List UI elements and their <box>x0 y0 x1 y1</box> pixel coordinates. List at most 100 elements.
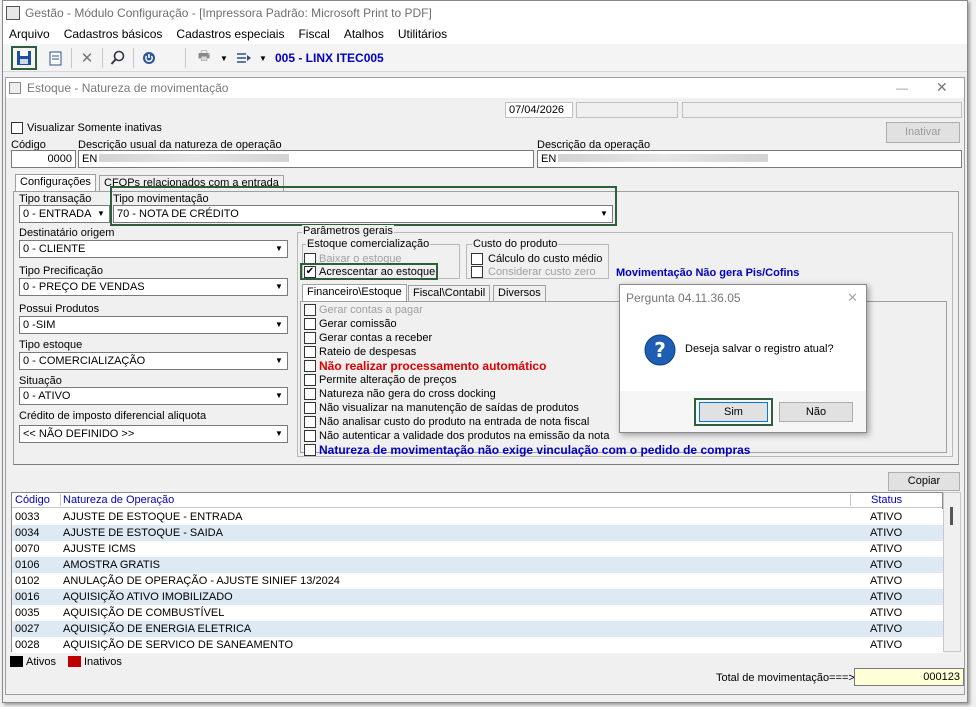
row-code: 0028 <box>15 639 40 651</box>
option-label: Não visualizar na manutenção de saídas d… <box>319 402 579 414</box>
close-icon[interactable]: ✕ <box>936 77 948 97</box>
option-checkbox[interactable] <box>304 444 316 456</box>
row-status: ATIVO <box>870 575 903 587</box>
app-icon <box>6 6 20 20</box>
table-row[interactable]: 0102 ANULAÇÃO DE OPERAÇÃO - AJUSTE SINIEF… <box>12 573 944 589</box>
dialog-title-bar: Pergunta 04.11.36.05 ✕ <box>620 285 866 311</box>
copy-button[interactable]: Copiar <box>888 472 960 491</box>
desc-op-input[interactable]: EN <box>537 150 962 168</box>
table-scrollbar[interactable] <box>943 492 961 652</box>
option-checkbox[interactable] <box>304 388 316 400</box>
option-checkbox[interactable] <box>304 430 316 442</box>
option-label: Natureza não gera do cross docking <box>319 388 496 400</box>
acrescentar-label: Acrescentar ao estoque <box>319 266 436 278</box>
row-code: 0033 <box>15 511 40 523</box>
dest-select[interactable]: 0 - CLIENTE ▼ <box>19 240 288 258</box>
row-status: ATIVO <box>870 591 903 603</box>
print-button[interactable]: 🖶 <box>193 47 215 69</box>
row-status: ATIVO <box>870 527 903 539</box>
menu-utilitarios[interactable]: Utilitários <box>398 27 447 41</box>
table-header: Código Natureza de Operação Status <box>12 493 942 508</box>
custo-title: Custo do produto <box>472 238 559 250</box>
table-row[interactable]: 0106 AMOSTRA GRATIS ATIVO <box>12 557 944 573</box>
menu-fiscal[interactable]: Fiscal <box>298 27 329 41</box>
table-row[interactable]: 0027 AQUISIÇÃO DE ENERGIA ELETRICA ATIVO <box>12 621 944 637</box>
chevron-down-icon: ▼ <box>275 356 283 365</box>
row-name: AJUSTE DE ESTOQUE - ENTRADA <box>63 511 243 523</box>
dialog-message: Deseja salvar o registro atual? <box>685 343 834 355</box>
estq-select[interactable]: 0 - COMERCIALIZAÇÃO ▼ <box>19 352 288 370</box>
no-button[interactable]: Não <box>779 402 853 422</box>
table-row[interactable]: 0070 AJUSTE ICMS ATIVO <box>12 541 944 557</box>
subtab-financeiro[interactable]: Financeiro\Estoque <box>302 284 407 302</box>
subtab-fiscal[interactable]: Fiscal\Contabil <box>408 285 491 302</box>
option-checkbox[interactable] <box>304 346 316 358</box>
legend-ativos-swatch <box>10 656 23 667</box>
menu-atalhos[interactable]: Atalhos <box>344 27 384 41</box>
delete-button[interactable]: ✕ <box>76 47 98 69</box>
prec-select[interactable]: 0 - PREÇO DE VENDAS ▼ <box>19 278 288 296</box>
prod-select[interactable]: 0 -SIM ▼ <box>19 316 288 334</box>
only-inactive-checkbox[interactable] <box>11 122 23 134</box>
estoque-com-title: Estoque comercialização <box>306 238 431 250</box>
desc-usual-input[interactable]: EN <box>78 150 534 168</box>
cons-custo-checkbox[interactable] <box>471 266 483 278</box>
sit-select[interactable]: 0 - ATIVO ▼ <box>19 387 288 405</box>
cred-select[interactable]: << NÃO DEFINIDO >> ▼ <box>19 425 288 443</box>
yes-button[interactable]: Sim <box>699 402 768 422</box>
option-checkbox[interactable] <box>304 374 316 386</box>
row-code: 0034 <box>15 527 40 539</box>
floppy-icon <box>17 51 31 65</box>
header-codigo[interactable]: Código <box>15 494 50 506</box>
option-checkbox[interactable] <box>304 360 316 372</box>
table-row[interactable]: 0034 AJUSTE DE ESTOQUE - SAIDA ATIVO <box>12 525 944 541</box>
option-label: Gerar contas a receber <box>319 332 433 344</box>
menu-cadastros-basicos[interactable]: Cadastros básicos <box>64 27 163 41</box>
total-label: Total de movimentação===> <box>716 672 855 684</box>
code-input[interactable]: 0000 <box>11 150 76 168</box>
table-row[interactable]: 0028 AQUISIÇÃO DE SERVICO DE SANEAMENTO AT… <box>12 637 944 653</box>
header-natureza[interactable]: Natureza de Operação <box>60 494 174 506</box>
power-button[interactable] <box>138 47 160 69</box>
inactivate-button[interactable]: Inativar <box>886 122 960 143</box>
child-title-bar: Estoque - Natureza de movimentação — ✕ <box>6 78 964 98</box>
row-name: AJUSTE ICMS <box>63 543 136 555</box>
subtab-diversos[interactable]: Diversos <box>493 285 546 302</box>
option-checkbox[interactable] <box>304 332 316 344</box>
company-label: 005 - LINX ITEC005 <box>275 51 384 65</box>
table-row[interactable]: 0033 AJUSTE DE ESTOQUE - ENTRADA ATIVO <box>12 509 944 525</box>
new-button[interactable] <box>45 47 67 69</box>
print-dropdown[interactable]: ▼ <box>213 47 235 69</box>
menu-arquivo[interactable]: Arquivo <box>9 27 50 41</box>
close-icon[interactable]: ✕ <box>847 285 858 311</box>
option-checkbox[interactable] <box>304 402 316 414</box>
save-button[interactable] <box>11 46 37 70</box>
option-checkbox[interactable] <box>304 416 316 428</box>
option-label: Não analisar custo do produto na entrada… <box>319 416 590 428</box>
tipo-transacao-select[interactable]: 0 - ENTRADA ▼ <box>19 205 110 223</box>
scrollbar-thumb[interactable] <box>950 507 953 525</box>
acrescentar-checkbox[interactable]: ✔ <box>304 266 316 278</box>
option-checkbox[interactable] <box>304 304 316 316</box>
minimize-icon[interactable]: — <box>896 78 908 98</box>
header-status[interactable]: Status <box>850 494 920 506</box>
row-status: ATIVO <box>870 559 903 571</box>
row-status: ATIVO <box>870 607 903 619</box>
title-bar: Gestão - Módulo Configuração - [Impresso… <box>3 1 967 25</box>
chevron-down-icon: ▼ <box>259 53 267 63</box>
calc-custo-checkbox[interactable] <box>471 253 483 265</box>
prod-label: Possui Produtos <box>19 303 100 315</box>
toolbar: ✕ 🖶 ▼ ▼ 005 - LINX ITEC005 <box>3 44 967 72</box>
tipo-mov-label: Tipo movimentação <box>113 193 209 205</box>
search-button[interactable] <box>107 47 129 69</box>
table-row[interactable]: 0016 AQUISIÇÃO ATIVO IMOBILIZADO ATIVO <box>12 589 944 605</box>
menu-cadastros-especiais[interactable]: Cadastros especiais <box>176 27 284 41</box>
export-dropdown[interactable]: ▼ <box>252 47 274 69</box>
tab-configuracoes[interactable]: Configurações <box>15 174 96 192</box>
table-row[interactable]: 0035 AQUISIÇÃO DE COMBUSTÍVEL ATIVO <box>12 605 944 621</box>
option-label: Gerar comissão <box>319 318 397 330</box>
date-field: 07/04/2026 <box>505 102 573 118</box>
tipo-mov-select[interactable]: 70 - NOTA DE CRÉDITO ▼ <box>113 205 613 223</box>
option-checkbox[interactable] <box>304 318 316 330</box>
dialog-body: ? Deseja salvar o registro atual? <box>620 311 866 391</box>
